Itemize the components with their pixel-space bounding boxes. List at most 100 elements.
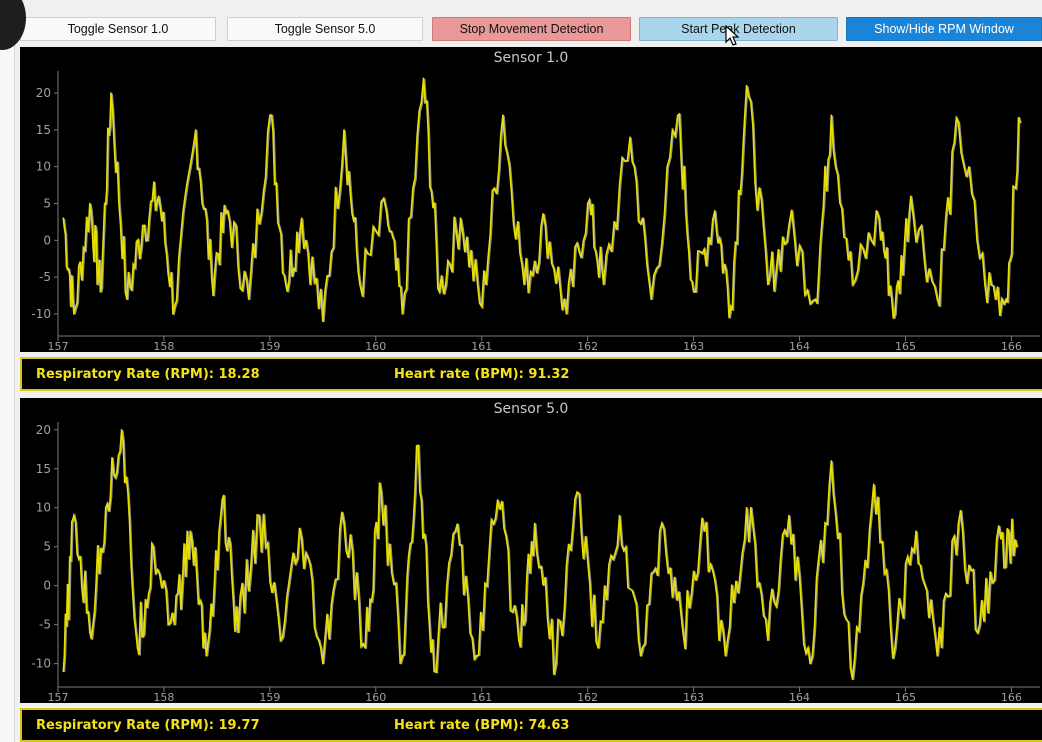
- s1-x-tick-label: 165: [895, 340, 916, 352]
- s5-data-point: [152, 545, 155, 548]
- left-side-panel: [0, 40, 15, 742]
- s5-data-point: [618, 514, 621, 517]
- show-hide-rpm-window-button[interactable]: Show/Hide RPM Window: [846, 17, 1042, 41]
- sensor-5-heart-rate: Heart rate (BPM): 74.63: [394, 718, 570, 733]
- s5-data-point: [258, 514, 261, 517]
- s1-data-point: [459, 217, 462, 220]
- s5-data-point: [104, 506, 107, 509]
- s1-data-point: [62, 217, 65, 220]
- s5-data-point: [724, 655, 727, 657]
- s1-series-shadow-line: [63, 78, 1022, 322]
- s5-x-tick-label: 160: [365, 691, 386, 703]
- s1-data-point: [629, 136, 631, 139]
- s1-data-point: [157, 195, 160, 197]
- s1-data-point: [401, 313, 404, 315]
- s1-x-tick-label: 157: [48, 340, 69, 352]
- s5-data-point: [518, 639, 520, 642]
- s1-x-tick-label: 159: [259, 340, 280, 352]
- s1-data-point: [936, 298, 939, 300]
- s1-data-point: [502, 114, 504, 116]
- s5-data-point: [73, 514, 75, 517]
- s5-data-point: [364, 647, 367, 649]
- s1-data-point: [788, 224, 790, 227]
- s5-x-tick-label: 164: [789, 691, 810, 703]
- s5-data-point: [88, 631, 91, 634]
- s5-data-point: [576, 491, 578, 493]
- s5-x-tick-label: 158: [153, 691, 174, 703]
- s5-data-point: [830, 460, 833, 462]
- s1-data-point: [99, 291, 102, 293]
- s5-x-tick-label: 159: [259, 691, 280, 703]
- s5-data-point: [936, 655, 939, 657]
- s5-data-point: [703, 530, 705, 532]
- s1-x-tick-label: 161: [471, 340, 492, 352]
- s5-x-tick-label: 157: [48, 691, 69, 703]
- s1-data-point: [300, 217, 303, 220]
- s5-data-point: [322, 662, 324, 665]
- s5-y-tick-label: 10: [36, 501, 51, 515]
- sensor-1-heart-rate: Heart rate (BPM): 91.32: [394, 367, 570, 382]
- s5-data-point: [872, 483, 875, 486]
- stop-movement-detection-button[interactable]: Stop Movement Detection: [432, 17, 631, 41]
- s5-y-tick-label: 5: [43, 540, 51, 554]
- s1-data-point: [1005, 298, 1007, 300]
- s5-data-point: [496, 499, 499, 501]
- s5-data-point: [915, 530, 917, 532]
- s5-y-tick-label: -10: [31, 657, 51, 671]
- s1-data-point: [284, 283, 287, 286]
- toolbar: Toggle Sensor 1.0 Toggle Sensor 5.0 Stop…: [0, 0, 1042, 44]
- s5-x-tick-label: 162: [577, 691, 598, 703]
- s1-data-point: [586, 202, 589, 205]
- s1-data-point: [438, 291, 441, 293]
- s5-data-point: [475, 655, 478, 657]
- s1-data-point: [565, 313, 568, 315]
- s5-data-point: [597, 647, 600, 649]
- s5-data-point: [978, 623, 981, 626]
- s5-data-point: [62, 670, 65, 673]
- s5-data-point: [120, 428, 123, 431]
- s1-data-point: [1019, 121, 1021, 124]
- s1-data-point: [322, 320, 324, 323]
- s1-x-tick-label: 164: [789, 340, 810, 352]
- s5-data-point: [433, 670, 435, 673]
- s5-x-tick-label: 166: [1001, 691, 1022, 703]
- s1-data-point: [814, 298, 817, 300]
- s5-data-point: [745, 506, 748, 509]
- s1-data-point: [110, 92, 112, 94]
- s1-data-point: [480, 305, 483, 308]
- sensor-1-chart: -10 -5 0 5 10 15 20 157 158 159 160 161 162 163 164 165…: [31, 71, 1040, 352]
- s1-y-tick-label: 10: [36, 160, 51, 174]
- s5-data-point: [205, 655, 208, 657]
- s1-data-point: [422, 77, 425, 80]
- s1-x-tick-label: 163: [683, 340, 704, 352]
- s1-data-point: [650, 298, 653, 300]
- s1-data-point: [830, 114, 833, 116]
- s1-data-point: [909, 195, 912, 197]
- s5-data-point: [380, 491, 382, 493]
- s1-data-point: [602, 283, 605, 286]
- s1-y-tick-label: 5: [43, 197, 51, 211]
- toggle-sensor-5-button[interactable]: Toggle Sensor 5.0: [227, 17, 423, 41]
- s5-data-point: [279, 639, 282, 642]
- s1-data-point: [984, 283, 986, 286]
- s5-data-point: [173, 623, 176, 626]
- s1-y-tick-label: -5: [39, 270, 51, 284]
- s1-x-tick-label: 160: [365, 340, 386, 352]
- s5-data-point: [766, 639, 769, 642]
- s1-data-point: [173, 305, 176, 308]
- s5-data-point: [237, 631, 239, 634]
- s5-data-point: [401, 655, 404, 657]
- s1-x-tick-label: 166: [1001, 340, 1022, 352]
- toggle-sensor-1-button[interactable]: Toggle Sensor 1.0: [20, 17, 216, 41]
- s5-x-tick-label: 161: [471, 691, 492, 703]
- s5-y-tick-label: 15: [36, 462, 51, 476]
- s1-data-point: [544, 224, 547, 227]
- s1-data-point: [385, 210, 388, 212]
- s5-data-point: [221, 499, 223, 501]
- s1-data-point: [194, 129, 197, 131]
- s1-data-point: [359, 283, 361, 286]
- s5-data-point: [555, 662, 557, 665]
- s5-y-tick-label: 20: [36, 423, 51, 437]
- s5-data-point: [661, 522, 663, 525]
- s5-data-point: [343, 522, 345, 525]
